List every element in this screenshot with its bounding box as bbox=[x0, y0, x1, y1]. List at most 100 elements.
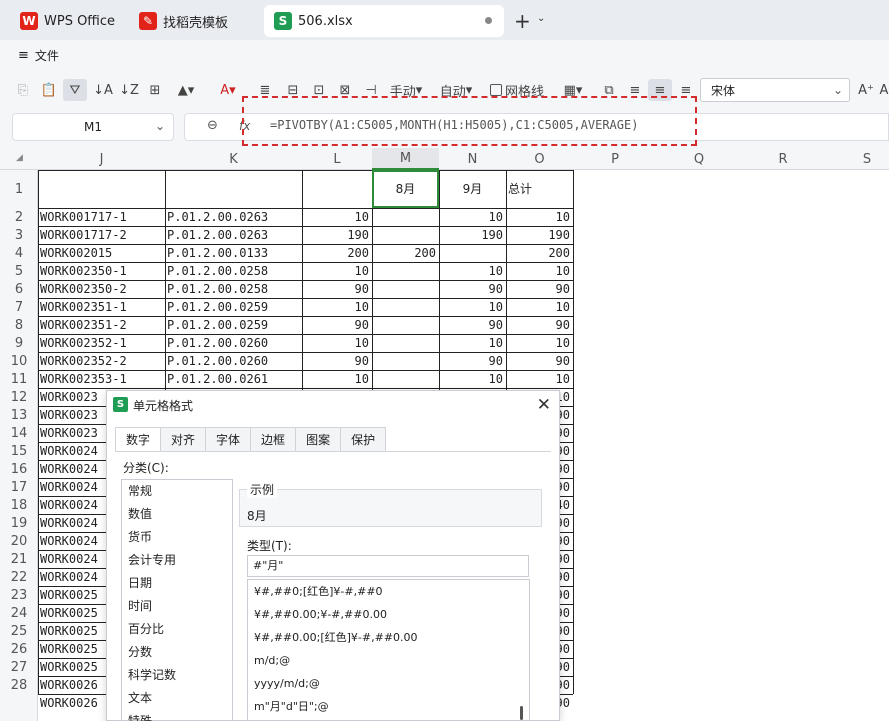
row-header[interactable]: 16 bbox=[0, 460, 38, 478]
row-header[interactable]: 1 bbox=[0, 170, 38, 208]
tab-alignment[interactable]: 对齐 bbox=[160, 427, 207, 451]
row-header[interactable]: 12 bbox=[0, 388, 38, 406]
header-cell-m[interactable]: 8月 bbox=[375, 180, 436, 198]
table-cell[interactable]: WORK002353-1 bbox=[40, 370, 164, 388]
table-cell[interactable]: WORK002350-2 bbox=[40, 280, 164, 298]
row-header[interactable]: 28 bbox=[0, 676, 38, 694]
table-cell[interactable]: 90 bbox=[508, 316, 572, 334]
table-cell[interactable]: P.01.2.00.0263 bbox=[167, 226, 301, 244]
type-list[interactable]: ¥#,##0;[红色]¥-#,##0 ¥#,##0.00;¥-#,##0.00 … bbox=[247, 579, 530, 721]
row-header[interactable]: 18 bbox=[0, 496, 38, 514]
tab-border[interactable]: 边框 bbox=[250, 427, 297, 451]
list-item[interactable]: 数值 bbox=[122, 503, 232, 526]
table-cell[interactable]: 200 bbox=[508, 244, 572, 262]
table-cell[interactable] bbox=[374, 352, 438, 370]
table-cell[interactable]: 90 bbox=[508, 280, 572, 298]
table-cell[interactable]: 10 bbox=[441, 208, 505, 226]
category-list[interactable]: 常规 数值 货币 会计专用 日期 时间 百分比 分数 科学记数 文本 特殊 bbox=[121, 479, 233, 721]
column-header[interactable]: O bbox=[506, 148, 573, 170]
list-item[interactable]: 时间 bbox=[122, 595, 232, 618]
format-painter-icon[interactable]: ⎘ bbox=[12, 79, 34, 101]
header-cell-n[interactable]: 9月 bbox=[439, 180, 506, 198]
row-header[interactable]: 2 bbox=[0, 208, 38, 226]
list-item[interactable]: 常规 bbox=[122, 480, 232, 503]
chevron-down-icon[interactable]: ⌄ bbox=[537, 13, 545, 24]
select-all-corner-icon[interactable]: ◢ bbox=[16, 153, 23, 163]
row-header[interactable]: 11 bbox=[0, 370, 38, 388]
row-header[interactable]: 17 bbox=[0, 478, 38, 496]
list-item[interactable]: m"月"d"日";@ bbox=[248, 695, 529, 718]
font-color-icon[interactable]: A▾ bbox=[214, 79, 242, 101]
table-cell[interactable]: P.01.2.00.0261 bbox=[167, 370, 301, 388]
table-cell[interactable]: 10 bbox=[508, 298, 572, 316]
tab-wps-office[interactable]: W WPS Office bbox=[10, 5, 124, 37]
row-header[interactable]: 8 bbox=[0, 316, 38, 334]
paste-icon[interactable]: 📋 bbox=[38, 79, 60, 101]
table-cell[interactable]: 10 bbox=[441, 334, 505, 352]
table-cell[interactable]: 10 bbox=[304, 298, 371, 316]
font-name-select[interactable]: 宋体 ⌄ bbox=[700, 78, 850, 102]
table-cell[interactable]: 190 bbox=[508, 226, 572, 244]
tab-font[interactable]: 字体 bbox=[205, 427, 252, 451]
table-cell[interactable]: P.01.2.00.0260 bbox=[167, 334, 301, 352]
table-cell[interactable]: P.01.2.00.0259 bbox=[167, 298, 301, 316]
table-cell[interactable] bbox=[374, 226, 438, 244]
column-header[interactable]: K bbox=[165, 148, 302, 170]
list-item[interactable]: 科学记数 bbox=[122, 664, 232, 687]
table-cell[interactable]: P.01.2.00.0260 bbox=[167, 352, 301, 370]
table-cell[interactable]: 90 bbox=[441, 316, 505, 334]
header-cell-o[interactable]: 总计 bbox=[508, 180, 568, 198]
table-cell[interactable]: 200 bbox=[374, 244, 438, 262]
table-cell[interactable] bbox=[441, 244, 505, 262]
table-cell[interactable]: 90 bbox=[441, 280, 505, 298]
tab-pattern[interactable]: 图案 bbox=[295, 427, 342, 451]
list-item[interactable]: 日期 bbox=[122, 572, 232, 595]
table-cell[interactable]: 90 bbox=[304, 316, 371, 334]
table-cell[interactable]: 190 bbox=[304, 226, 371, 244]
increase-font-icon[interactable]: A⁺ bbox=[856, 79, 876, 101]
table-cell[interactable]: WORK002015 bbox=[40, 244, 164, 262]
column-header[interactable]: J bbox=[38, 148, 165, 170]
column-header[interactable]: Q bbox=[657, 148, 741, 170]
table-cell[interactable]: 90 bbox=[304, 280, 371, 298]
row-header[interactable]: 10 bbox=[0, 352, 38, 370]
list-item[interactable]: yyyy/m/d;@ bbox=[248, 672, 529, 695]
table-cell[interactable]: 10 bbox=[508, 208, 572, 226]
table-cell[interactable]: WORK002351-1 bbox=[40, 298, 164, 316]
filter-icon[interactable]: ⛛ bbox=[63, 79, 87, 101]
table-cell[interactable]: 10 bbox=[304, 208, 371, 226]
table-cell[interactable]: 10 bbox=[441, 262, 505, 280]
list-item[interactable]: 会计专用 bbox=[122, 549, 232, 572]
table-cell[interactable]: 90 bbox=[441, 352, 505, 370]
tab-workbook[interactable]: S 506.xlsx bbox=[264, 5, 504, 37]
table-cell[interactable]: P.01.2.00.0259 bbox=[167, 316, 301, 334]
name-box[interactable]: M1 ⌄ bbox=[12, 113, 174, 141]
table-cell[interactable]: 10 bbox=[508, 370, 572, 388]
table-cell[interactable] bbox=[374, 298, 438, 316]
table-cell[interactable]: 10 bbox=[304, 370, 371, 388]
table-cell[interactable]: 90 bbox=[508, 352, 572, 370]
tab-protection[interactable]: 保护 bbox=[340, 427, 387, 451]
row-header[interactable]: 3 bbox=[0, 226, 38, 244]
row-header[interactable]: 15 bbox=[0, 442, 38, 460]
row-header[interactable]: 4 bbox=[0, 244, 38, 262]
sort-desc-icon[interactable]: ↓Z bbox=[118, 79, 140, 101]
type-input[interactable]: #"月" bbox=[247, 555, 529, 577]
table-cell[interactable]: 10 bbox=[508, 262, 572, 280]
table-cell[interactable]: P.01.2.00.0258 bbox=[167, 280, 301, 298]
table-cell[interactable] bbox=[374, 262, 438, 280]
table-cell[interactable]: WORK002351-2 bbox=[40, 316, 164, 334]
table-cell[interactable]: 90 bbox=[304, 352, 371, 370]
table-cell[interactable]: 10 bbox=[441, 298, 505, 316]
row-header[interactable]: 20 bbox=[0, 532, 38, 550]
border-icon[interactable]: ⊞ bbox=[144, 79, 166, 101]
row-header[interactable]: 19 bbox=[0, 514, 38, 532]
row-header[interactable]: 22 bbox=[0, 568, 38, 586]
row-header[interactable]: 13 bbox=[0, 406, 38, 424]
row-header[interactable]: 24 bbox=[0, 604, 38, 622]
file-menu[interactable]: 文件 bbox=[35, 47, 59, 64]
table-cell[interactable]: 200 bbox=[304, 244, 371, 262]
row-header[interactable]: 23 bbox=[0, 586, 38, 604]
column-header[interactable]: P bbox=[573, 148, 657, 170]
row-header[interactable]: 9 bbox=[0, 334, 38, 352]
